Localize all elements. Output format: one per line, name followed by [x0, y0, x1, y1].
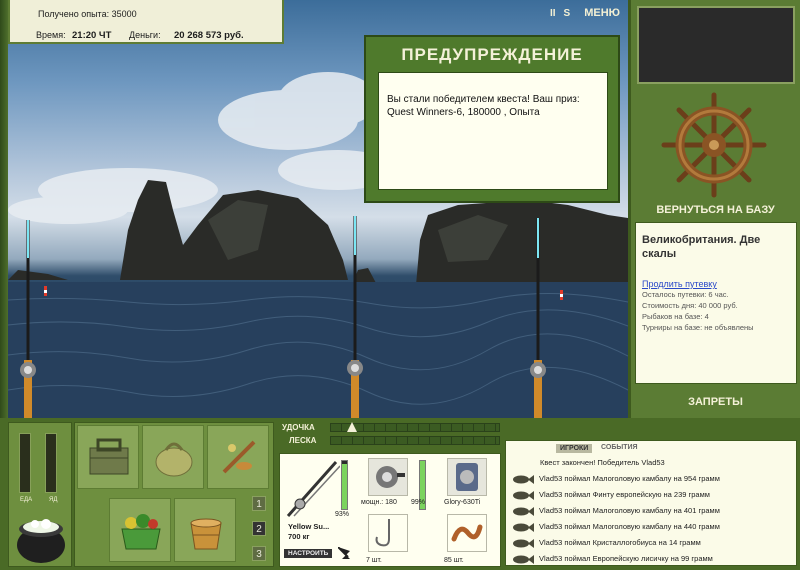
fish-icon: [513, 506, 534, 516]
warning-title: ПРЕДУПРЕЖДЕНИЕ: [401, 45, 583, 64]
fishing-line-icon: [456, 463, 478, 491]
event-header: Квест закончен! Победитель Vlad53: [540, 458, 665, 467]
inventory-slot-tools[interactable]: [207, 425, 269, 489]
tools-icon: [222, 440, 256, 474]
slot-page-1-button[interactable]: 1: [252, 496, 266, 511]
list-item: Vlad53 поймал Малоголовую камбалу на 401…: [512, 506, 720, 516]
hook-slot[interactable]: [368, 514, 408, 552]
bait-label: ЯД: [49, 497, 58, 503]
arrow-down-right-icon[interactable]: [338, 547, 350, 559]
event-text: Vlad53 поймал Кристаллогобиуса на 14 гра…: [539, 538, 701, 547]
fish-icon: [513, 490, 534, 500]
experience-label: Получено опыта: 35000: [38, 9, 137, 19]
cauldron-icon[interactable]: [13, 509, 69, 565]
setup-button[interactable]: НАСТРОИТЬ: [284, 549, 333, 558]
inventory-panel: 1 2 3: [74, 422, 274, 567]
events-panel: ИГРОКИ СОБЫТИЯ Квест закончен! Победител…: [505, 440, 797, 566]
inventory-slot-bucket[interactable]: [174, 498, 236, 562]
hook-icon: [375, 519, 390, 547]
tab-events[interactable]: СОБЫТИЯ: [601, 444, 638, 451]
money-value: 20 268 573 руб.: [174, 30, 244, 41]
reel-slot[interactable]: [368, 458, 408, 496]
vegetable-basket-icon: [121, 514, 161, 550]
tab-players[interactable]: ИГРОКИ: [556, 444, 593, 453]
reel-icon: [376, 466, 405, 488]
minimap-box: [637, 6, 795, 84]
info-line-day-cost: Стоимость дня: 40 000 руб.: [642, 301, 738, 310]
rod-percent: 93%: [335, 511, 350, 518]
menu-button[interactable]: МЕНЮ: [584, 7, 620, 19]
inventory-slot-bag[interactable]: [142, 425, 204, 489]
event-text: Vlad53 поймал Малоголовую камбалу на 440…: [539, 522, 720, 531]
worm-bait-icon: [451, 524, 483, 542]
rod-weight: 700 кг: [288, 532, 310, 541]
inventory-slot-vegetables[interactable]: [109, 498, 171, 562]
reel-power: мощн.: 180: [361, 499, 397, 506]
line-tension-gauge: [330, 436, 500, 445]
return-to-base-button[interactable]: ВЕРНУТЬСЯ НА БАЗУ: [631, 204, 800, 216]
gear-panel: 93% Yellow Su... 700 кг НАСТРОИТЬ мощн.:…: [279, 453, 501, 567]
fish-icon: [513, 474, 534, 484]
ship-wheel-icon[interactable]: [659, 90, 769, 200]
inventory-slot-tackle-box[interactable]: [77, 425, 139, 489]
line-slot[interactable]: [447, 458, 487, 496]
rod-name: Yellow Su...: [288, 522, 330, 531]
time-label: Время:: [36, 30, 66, 40]
list-item: Vlad53 поймал Финту европейскую на 239 г…: [512, 490, 710, 500]
food-meter: [19, 433, 31, 493]
bait-count: 85 шт.: [444, 557, 464, 564]
food-label: ЕДА: [20, 497, 33, 503]
bait-slot[interactable]: [447, 514, 487, 552]
fish-icon: [513, 522, 534, 532]
status-meters-panel: ЕДА ЯД: [8, 422, 72, 567]
info-line-anglers: Рыбаков на базе: 4: [642, 312, 709, 321]
right-panel: ВЕРНУТЬСЯ НА БАЗУ Великобритания. Две ск…: [628, 0, 800, 418]
gauge-pointer-icon: [347, 422, 357, 432]
left-edge-strip: [0, 0, 8, 418]
list-item: Vlad53 поймал Малоголовую камбалу на 954…: [512, 474, 720, 484]
tackle-box-icon: [89, 438, 129, 475]
location-name: Великобритания. Две скалы: [642, 234, 761, 260]
list-item: Vlad53 поймал Кристаллогобиуса на 14 гра…: [512, 538, 701, 548]
fish-icon: [513, 554, 534, 564]
info-line-tournaments: Турниры на базе: не объявлены: [642, 323, 754, 332]
hooks-count: 7 шт.: [366, 557, 382, 564]
bait-meter: [45, 433, 57, 493]
top-controls: II S МЕНЮ: [550, 7, 620, 19]
location-info: Великобритания. Две скалы Продлить путев…: [635, 222, 797, 384]
info-line-time-left: Осталось путевки: 6 час.: [642, 290, 729, 299]
extend-trip-link[interactable]: Продлить путевку: [642, 279, 790, 289]
warning-dialog[interactable]: ПРЕДУПРЕЖДЕНИЕ Вы стали победителем квес…: [364, 35, 620, 203]
list-item: Vlad53 поймал Европейскую лисичку на 99 …: [512, 554, 713, 564]
time-value: 21:20 ЧТ: [72, 30, 112, 41]
event-text: Vlad53 поймал Финту европейскую на 239 г…: [539, 490, 710, 499]
slot-page-2-button[interactable]: 2: [252, 521, 266, 536]
clouds: [8, 72, 398, 224]
reel-percent: 99%: [411, 499, 426, 506]
event-text: Vlad53 поймал Малоголовую камбалу на 954…: [539, 474, 720, 483]
line-name: Glory-630Ti: [444, 499, 481, 506]
fish-icon: [513, 538, 534, 548]
list-item: Vlad53 поймал Малоголовую камбалу на 440…: [512, 522, 720, 532]
player-hud: Получено опыта: 35000 Время: 21:20 ЧТ Де…: [8, 0, 284, 44]
event-text: Vlad53 поймал Европейскую лисичку на 99 …: [539, 554, 713, 563]
rod-icon[interactable]: [284, 458, 340, 520]
rod-condition-bar: [341, 460, 348, 510]
slot-page-3-button[interactable]: 3: [252, 546, 266, 561]
line-gauge-label: ЛЕСКА: [289, 436, 317, 445]
event-text: Vlad53 поймал Малоголовую камбалу на 401…: [539, 506, 720, 515]
rod-gauge-label: УДОЧКА: [282, 423, 315, 432]
warning-message: Вы стали победителем квеста! Ваш приз: Q…: [378, 72, 608, 190]
pause-icon[interactable]: II: [550, 8, 556, 19]
sound-icon[interactable]: S: [564, 8, 571, 19]
bag-icon: [155, 442, 193, 477]
money-label: Деньги:: [129, 30, 161, 40]
bucket-icon: [190, 518, 222, 550]
bans-button[interactable]: ЗАПРЕТЫ: [631, 396, 800, 408]
